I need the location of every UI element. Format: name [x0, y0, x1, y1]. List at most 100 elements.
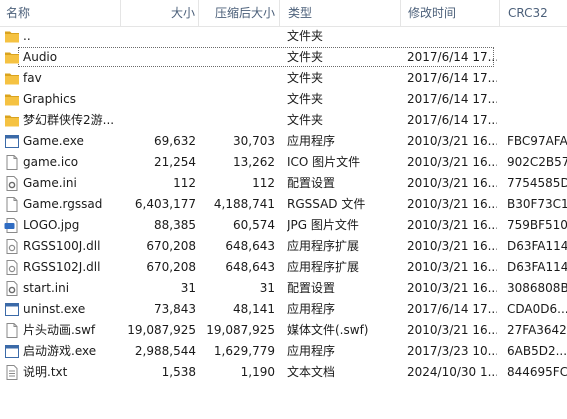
- file-packed-size: [198, 26, 275, 47]
- file-packed-size: [198, 89, 275, 110]
- dll-icon: [4, 257, 20, 278]
- file-size: [120, 47, 196, 68]
- file-packed-size: 48,141: [233, 302, 275, 316]
- file-crc32: [507, 89, 567, 110]
- file-list-row[interactable]: Graphics 文件夹 2017/6/14 17...: [0, 89, 567, 110]
- file-size: 69,632: [154, 134, 196, 148]
- file-list-row[interactable]: 片头动画.swf 19,087,925 19,087,925 媒体文件(.swf) 20…: [0, 320, 567, 341]
- file-list-row[interactable]: start.ini 31 31 配置设置 2010/3/21 16... 3086808B: [0, 278, 567, 299]
- file-size: [120, 110, 196, 131]
- file-size: 6,403,177: [134, 197, 196, 211]
- file-name: ..: [23, 29, 31, 43]
- file-modified: [407, 26, 497, 47]
- file-list-row[interactable]: Game.exe 69,632 30,703 应用程序 2010/3/21 16... F…: [0, 131, 567, 152]
- file-type: 应用程序: [287, 344, 336, 358]
- folder-icon: [4, 89, 20, 110]
- file-modified: 2017/6/14 17...: [407, 302, 497, 316]
- file-name: Audio: [23, 50, 58, 64]
- file-crc32: 3086808B: [507, 281, 567, 295]
- sort-ascending-icon: ^: [62, 0, 71, 7]
- file-name: Graphics: [23, 92, 76, 106]
- file-type: 应用程序扩展: [287, 239, 360, 253]
- file-modified: 2010/3/21 16...: [407, 260, 497, 274]
- folder-icon: [4, 68, 20, 89]
- file-list-row[interactable]: Audio 文件夹 2017/6/14 17...: [0, 47, 567, 68]
- file-name: RGSS102J.dll: [23, 260, 101, 274]
- jpg-icon: [4, 215, 20, 236]
- file-list-row[interactable]: RGSS100J.dll 670,208 648,643 应用程序扩展 2010/3/2…: [0, 236, 567, 257]
- file-modified: 2010/3/21 16...: [407, 134, 497, 148]
- settings-file-icon: [4, 278, 20, 299]
- file-list-row[interactable]: RGSS102J.dll 670,208 648,643 应用程序扩展 2010/3/2…: [0, 257, 567, 278]
- column-header-packed-size[interactable]: 压缩后大小: [198, 0, 278, 26]
- file-list-row[interactable]: 启动游戏.exe 2,988,544 1,629,779 应用程序 2017/3/23 …: [0, 341, 567, 362]
- file-type: 配置设置: [287, 176, 336, 190]
- file-type: 配置设置: [287, 281, 336, 295]
- file-packed-size: 1,190: [240, 365, 275, 379]
- file-size: 21,254: [154, 155, 196, 169]
- file-list-row[interactable]: Game.rgssad 6,403,177 4,188,741 RGSSAD 文件 20…: [0, 194, 567, 215]
- file-name: 启动游戏.exe: [23, 344, 97, 358]
- folder-icon: [4, 47, 20, 68]
- file-modified: 2010/3/21 16...: [407, 176, 497, 190]
- column-header-type-label: 类型: [288, 6, 313, 20]
- file-type: 应用程序: [287, 134, 336, 148]
- file-size: 1,538: [161, 365, 196, 379]
- column-header-packed-size-label: 压缩后大小: [214, 6, 275, 20]
- column-header-type[interactable]: 类型: [279, 0, 399, 26]
- column-header-bar: 名称 ^ 大小 压缩后大小 类型 修改时间 CRC32: [0, 0, 567, 27]
- file-crc32: [507, 68, 567, 89]
- dll-icon: [4, 236, 20, 257]
- column-header-name-label: 名称: [6, 6, 31, 20]
- file-list-row[interactable]: 梦幻群侠传2游... 文件夹 2017/6/14 17...: [0, 110, 567, 131]
- file-list-row[interactable]: Game.ini 112 112 配置设置 2010/3/21 16... 7754585…: [0, 173, 567, 194]
- file-list-row[interactable]: 说明.txt 1,538 1,190 文本文档 2024/10/30 1... 84469…: [0, 362, 567, 383]
- file-crc32: [507, 110, 567, 131]
- file-name: fav: [23, 71, 42, 85]
- file-list-row[interactable]: uninst.exe 73,843 48,141 应用程序 2017/6/14 17..…: [0, 299, 567, 320]
- exe-icon: [4, 131, 20, 152]
- column-header-name[interactable]: 名称 ^: [6, 0, 118, 26]
- file-name: start.ini: [23, 281, 70, 295]
- file-name: game.ico: [23, 155, 79, 169]
- file-packed-size: 648,643: [225, 239, 275, 253]
- file-packed-size: 60,574: [233, 218, 275, 232]
- file-crc32: D63FA114: [507, 239, 567, 253]
- file-modified: 2010/3/21 16...: [407, 197, 497, 211]
- file-size: 73,843: [154, 302, 196, 316]
- file-packed-size: 31: [259, 281, 275, 295]
- file-crc32: 6AB5D2...: [507, 344, 567, 358]
- file-type: JPG 图片文件: [287, 218, 359, 232]
- file-size: [120, 26, 196, 47]
- file-list-row[interactable]: .. 文件夹: [0, 26, 567, 47]
- file-crc32: [507, 47, 567, 68]
- file-type: 文件夹: [287, 113, 324, 127]
- column-header-crc32[interactable]: CRC32: [499, 0, 567, 26]
- column-header-modified[interactable]: 修改时间: [400, 0, 499, 26]
- file-list-row[interactable]: LOGO.jpg 88,385 60,574 JPG 图片文件 2010/3/21 16…: [0, 215, 567, 236]
- file-name: LOGO.jpg: [23, 218, 80, 232]
- column-header-size[interactable]: 大小: [120, 0, 198, 26]
- file-crc32: 7754585D: [507, 176, 567, 190]
- file-modified: 2010/3/21 16...: [407, 323, 497, 337]
- file-type: 媒体文件(.swf): [287, 323, 369, 337]
- file-size: 88,385: [154, 218, 196, 232]
- exe-icon: [4, 341, 20, 362]
- file-packed-size: 4,188,741: [213, 197, 275, 211]
- file-size: [120, 68, 196, 89]
- file-icon: [4, 320, 20, 341]
- folder-icon: [4, 110, 20, 131]
- file-modified: 2017/6/14 17...: [407, 92, 497, 106]
- file-size: [120, 89, 196, 110]
- file-name: 片头动画.swf: [23, 323, 96, 337]
- file-modified: 2017/6/14 17...: [407, 71, 497, 85]
- file-type: 应用程序扩展: [287, 260, 360, 274]
- file-packed-size: [198, 110, 275, 131]
- file-packed-size: 112: [252, 176, 275, 190]
- file-packed-size: 1,629,779: [213, 344, 275, 358]
- file-name: Game.rgssad: [23, 197, 103, 211]
- file-modified: 2017/6/14 17...: [407, 50, 497, 64]
- file-name: uninst.exe: [23, 302, 86, 316]
- file-list-row[interactable]: fav 文件夹 2017/6/14 17...: [0, 68, 567, 89]
- file-list-row[interactable]: game.ico 21,254 13,262 ICO 图片文件 2010/3/21 16…: [0, 152, 567, 173]
